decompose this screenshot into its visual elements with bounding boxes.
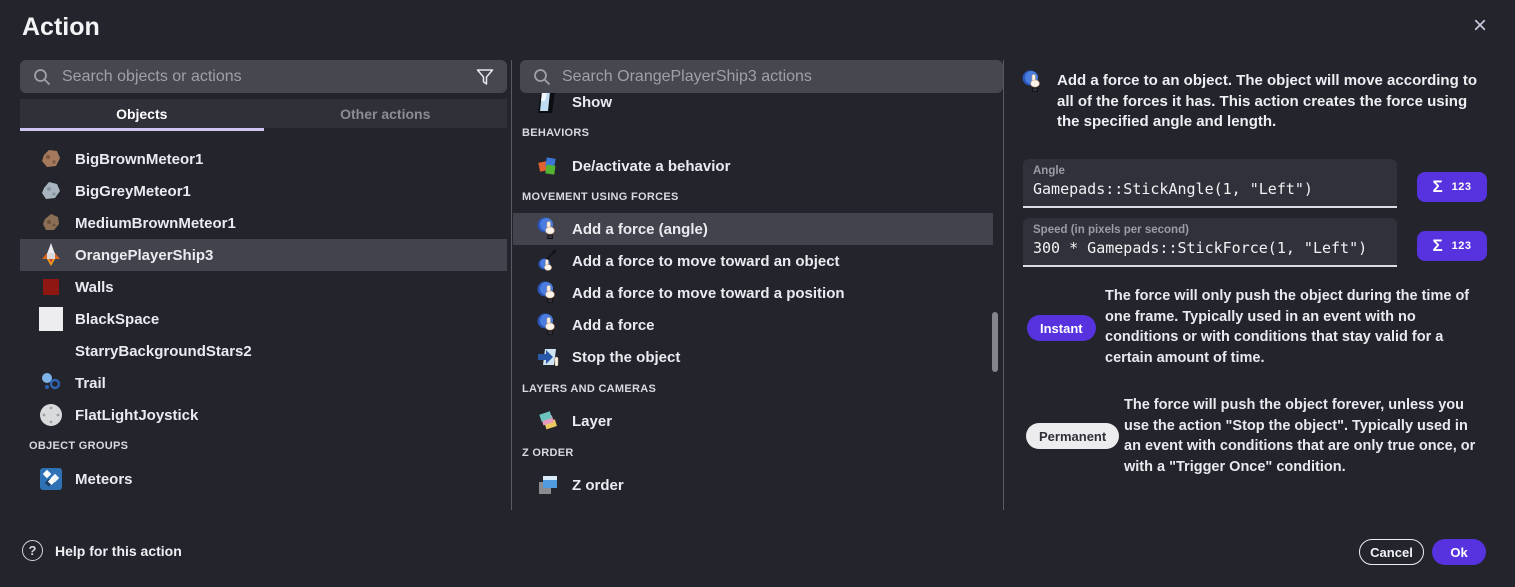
action-item-add-force[interactable]: Add a force [513,309,993,341]
search-icon [532,67,552,87]
field-label: Speed (in pixels per second) [1033,224,1387,236]
speed-field[interactable]: Speed (in pixels per second) 300 * Gamep… [1023,218,1397,267]
white-square-icon [38,305,64,333]
scrollbar-thumb[interactable] [992,312,998,372]
action-item-stop-object[interactable]: Stop the object [513,341,993,373]
action-label: Show [572,94,612,111]
action-item-deactivate-behavior[interactable]: De/activate a behavior [513,150,993,182]
panel-divider [511,60,512,510]
action-label: Add a force [572,317,655,334]
object-item-blackspace[interactable]: BlackSpace [20,303,507,335]
force-icon [535,279,561,307]
cancel-button[interactable]: Cancel [1359,539,1424,565]
group-item-meteors[interactable]: Meteors [20,463,507,495]
search-icon [32,67,52,87]
objects-search-box [20,60,507,93]
object-item-orangeplayership3[interactable]: OrangePlayerShip3 [20,239,507,271]
object-label: BigGreyMeteor1 [75,183,191,200]
object-label: BlackSpace [75,311,159,328]
action-item-add-force-toward-object[interactable]: Add a force to move toward an object [513,245,993,277]
instant-description: The force will only push the object duri… [1105,286,1489,368]
category-layers-and-cameras: LAYERS AND CAMERAS [522,383,656,395]
group-label: Meteors [75,471,133,488]
joystick-icon [38,401,64,429]
action-item-add-force-angle[interactable]: Add a force (angle) [513,213,993,245]
behavior-icon [535,152,561,180]
action-label: Stop the object [572,349,680,366]
empty-icon [38,337,64,365]
brown-meteor-icon [38,145,64,173]
object-label: OrangePlayerShip3 [75,247,213,264]
numbers-icon: 123 [1452,240,1472,252]
object-item-mediumbrownmeteor1[interactable]: MediumBrownMeteor1 [20,207,507,239]
actions-search-box [520,60,1003,93]
tab-other-actions[interactable]: Other actions [264,99,508,128]
field-value[interactable]: 300 * Gamepads::StickForce(1, "Left") [1033,239,1387,257]
action-item-layer[interactable]: Layer [513,405,993,437]
action-label: Layer [572,413,612,430]
force-toward-object-icon [535,247,561,275]
filter-icon[interactable] [475,67,495,87]
object-item-walls[interactable]: Walls [20,271,507,303]
action-label: Z order [572,477,624,494]
grey-meteor-icon [38,177,64,205]
object-item-biggreymeteor1[interactable]: BigGreyMeteor1 [20,175,507,207]
field-label: Angle [1033,165,1387,177]
object-label: MediumBrownMeteor1 [75,215,236,232]
tab-objects[interactable]: Objects [20,99,264,128]
objects-search-input[interactable] [62,68,475,86]
force-icon [1020,68,1046,96]
object-item-flatlightjoystick[interactable]: FlatLightJoystick [20,399,507,431]
angle-field[interactable]: Angle Gamepads::StickAngle(1, "Left") [1023,159,1397,208]
category-z-order: Z ORDER [522,447,574,459]
action-description: Add a force to an object. The object wil… [1057,71,1493,133]
permanent-badge: Permanent [1026,423,1119,449]
category-movement-using-forces: MOVEMENT USING FORCES [522,191,679,203]
help-label: Help for this action [55,543,182,559]
field-value[interactable]: Gamepads::StickAngle(1, "Left") [1033,180,1387,198]
object-groups-header: OBJECT GROUPS [29,440,128,452]
layer-icon [535,407,561,435]
action-label: De/activate a behavior [572,158,730,175]
actions-search-input[interactable] [562,68,991,86]
sigma-icon: Σ [1432,177,1442,197]
brown-meteor-icon [38,209,64,237]
page-title: Action [22,13,100,42]
object-group-icon [38,465,64,493]
sigma-icon: Σ [1432,236,1442,256]
close-icon[interactable]: × [1466,12,1494,40]
ok-button[interactable]: Ok [1432,539,1486,565]
action-dialog: Action × Objects Other actions BigBrownM… [0,0,1515,587]
action-label: Add a force to move toward a position [572,285,845,302]
object-label: BigBrownMeteor1 [75,151,203,168]
left-tabs: Objects Other actions [20,99,507,128]
action-item-add-force-toward-position[interactable]: Add a force to move toward a position [513,277,993,309]
object-item-bigbrownmeteor1[interactable]: BigBrownMeteor1 [20,143,507,175]
panel-divider [1003,60,1004,510]
instant-badge: Instant [1027,315,1096,341]
help-icon: ? [22,540,43,561]
speed-expression-button[interactable]: Σ 123 [1417,231,1487,261]
numbers-icon: 123 [1452,181,1472,193]
object-label: Trail [75,375,106,392]
force-icon [535,215,561,243]
z-order-icon [535,471,561,499]
red-square-icon [38,273,64,301]
help-link[interactable]: ? Help for this action [22,540,182,561]
action-label: Add a force (angle) [572,221,708,238]
particles-icon [38,369,64,397]
action-item-z-order[interactable]: Z order [513,469,993,501]
object-item-trail[interactable]: Trail [20,367,507,399]
stop-object-icon [535,343,561,371]
permanent-description: The force will push the object forever, … [1124,395,1488,477]
object-label: FlatLightJoystick [75,407,198,424]
object-label: Walls [75,279,114,296]
rocket-ship-icon [38,241,64,269]
object-item-starrybackgroundstars2[interactable]: StarryBackgroundStars2 [20,335,507,367]
angle-expression-button[interactable]: Σ 123 [1417,172,1487,202]
action-label: Add a force to move toward an object [572,253,840,270]
object-label: StarryBackgroundStars2 [75,343,252,360]
force-icon [535,311,561,339]
category-behaviors: BEHAVIORS [522,127,589,139]
